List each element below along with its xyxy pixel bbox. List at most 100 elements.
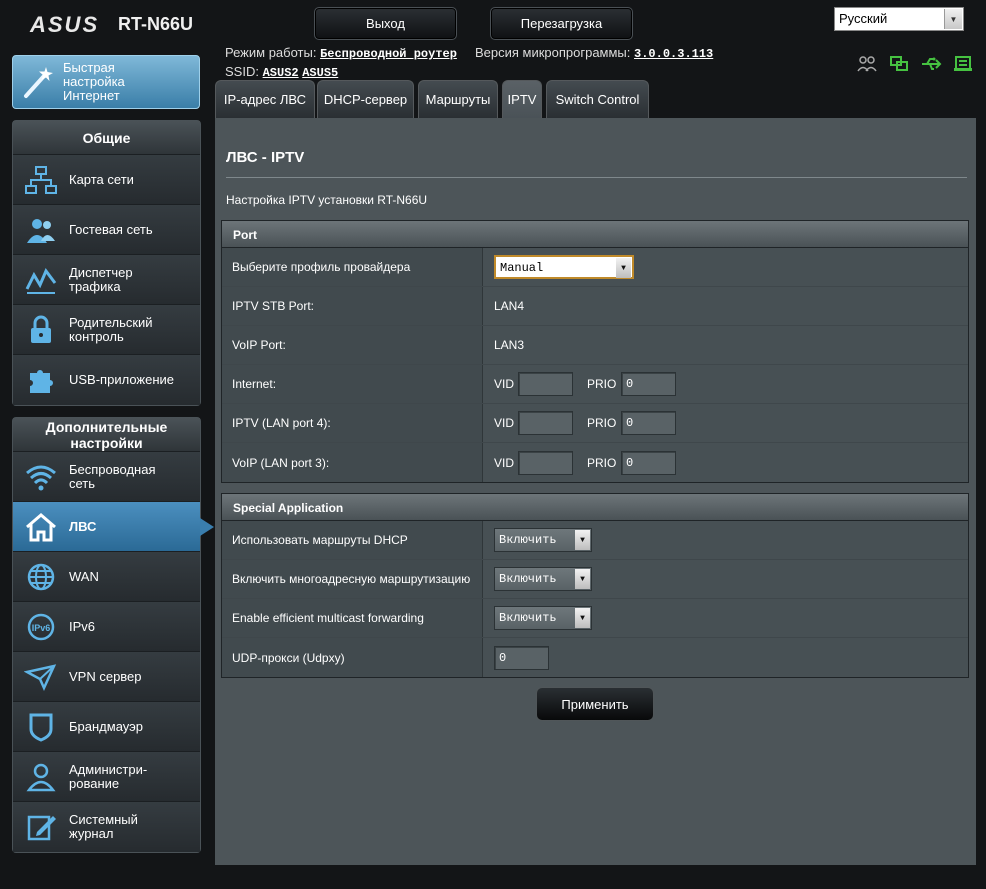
sidebar-item-network-map[interactable]: Карта сети: [13, 155, 200, 205]
tab-dhcp-server[interactable]: DHCP-сервер: [317, 80, 414, 118]
dhcp-routes-label: Использовать маршруты DHCP: [222, 521, 483, 559]
ssid-link-1[interactable]: ASUS2: [263, 66, 299, 80]
stb-port-value: LAN4: [494, 299, 525, 313]
status-line-ssid: SSID: ASUS2 ASUS5: [225, 64, 338, 80]
magic-wand-icon: [13, 57, 63, 107]
sidebar-item-wireless[interactable]: Беспроводная сеть: [13, 452, 200, 502]
globe-icon: [13, 562, 69, 592]
sidebar-general: Общие Карта сети Гостевая сеть Диспетчер…: [12, 120, 201, 406]
vid-label: VID: [494, 416, 515, 430]
sidebar-item-wan[interactable]: WAN: [13, 552, 200, 602]
status-line-mode: Режим работы: Беспроводной роутер Версия…: [225, 45, 713, 61]
asus-logo: ASUS RT-N66U: [30, 12, 193, 38]
iptv-vid-input[interactable]: [518, 411, 573, 435]
network-status-icon[interactable]: [888, 54, 910, 74]
home-icon: [13, 512, 69, 542]
usb-icon[interactable]: [920, 54, 942, 74]
firmware-version-link[interactable]: 3.0.0.3.113: [634, 47, 713, 61]
ssid-label: SSID:: [225, 64, 259, 79]
prio-label: PRIO: [587, 455, 617, 470]
chevron-down-icon: ▼: [944, 9, 962, 29]
printer-icon[interactable]: [952, 54, 974, 74]
chevron-down-icon: ▼: [575, 569, 590, 589]
dhcp-routes-select[interactable]: Включить ▼: [494, 528, 592, 552]
table-row: Internet: VID PRIO 0: [222, 365, 968, 404]
language-select[interactable]: Русский ▼: [834, 7, 964, 31]
logout-button[interactable]: Выход: [314, 7, 457, 40]
port-table-header: Port: [222, 221, 968, 248]
tab-lan-ip[interactable]: IP-адрес ЛВС: [215, 80, 315, 118]
tab-iptv[interactable]: IPTV: [502, 80, 542, 118]
ssid-link-2[interactable]: ASUS5: [302, 66, 338, 80]
sidebar-item-label: Родительский контроль: [69, 314, 153, 344]
iptv-prio-input[interactable]: 0: [621, 411, 676, 435]
sidebar-item-firewall[interactable]: Брандмауэр: [13, 702, 200, 752]
sidebar-item-label: Диспетчер трафика: [69, 264, 133, 294]
dhcp-routes-value: Включить: [499, 533, 557, 547]
multicast-routing-label: Включить многоадресную маршрутизацию: [222, 560, 483, 598]
main-panel: ЛВС - IPTV Настройка IPTV установки RT-N…: [215, 118, 976, 865]
sidebar-item-system-log[interactable]: Системный журнал: [13, 802, 200, 852]
udp-proxy-label: UDP-прокси (Udpxy): [222, 638, 483, 677]
guest-network-icon: [13, 215, 69, 245]
tab-switch-control[interactable]: Switch Control: [546, 80, 649, 118]
ipv6-icon: IPv6: [13, 612, 69, 642]
voip-port-value: LAN3: [494, 338, 525, 352]
router-model: RT-N66U: [118, 14, 194, 34]
multicast-routing-select[interactable]: Включить ▼: [494, 567, 592, 591]
table-row: Выберите профиль провайдера Manual ▼: [222, 248, 968, 287]
sidebar-item-label: ЛВС: [69, 518, 97, 534]
sidebar-item-label: USB-приложение: [69, 372, 175, 387]
udp-proxy-input[interactable]: 0: [494, 645, 549, 670]
language-value: Русский: [839, 11, 888, 26]
clients-icon[interactable]: [856, 54, 878, 74]
sidebar-item-ipv6[interactable]: IPv6 IPv6: [13, 602, 200, 652]
quick-internet-setup-button[interactable]: Быстрая настройка Интернет: [12, 55, 200, 109]
provider-profile-value: Manual: [500, 261, 544, 275]
parental-lock-icon: [13, 315, 69, 345]
traffic-manager-icon: [13, 265, 69, 295]
page-title: ЛВС - IPTV: [226, 149, 305, 166]
sidebar-item-label: WAN: [69, 568, 99, 584]
profile-label: Выберите профиль провайдера: [222, 248, 483, 286]
sidebar-item-administration[interactable]: Администри- рование: [13, 752, 200, 802]
tab-routes[interactable]: Маршруты: [418, 80, 498, 118]
voip-prio-input[interactable]: 0: [621, 450, 676, 475]
sidebar-item-parental-control[interactable]: Родительский контроль: [13, 305, 200, 355]
chevron-down-icon: ▼: [575, 608, 590, 628]
sidebar-item-guest-network[interactable]: Гостевая сеть: [13, 205, 200, 255]
sidebar-item-label: Гостевая сеть: [69, 221, 153, 237]
mode-value-link[interactable]: Беспроводной роутер: [320, 47, 457, 61]
admin-user-icon: [13, 762, 69, 792]
sidebar-advanced-title: Дополнительные настройки: [13, 418, 200, 452]
vid-label: VID: [494, 455, 515, 470]
table-row: Enable efficient multicast forwarding Вк…: [222, 599, 968, 638]
firmware-label: Версия микропрограммы:: [474, 45, 631, 60]
sidebar-advanced: Дополнительные настройки Беспроводная се…: [12, 417, 214, 853]
apply-button[interactable]: Применить: [536, 687, 654, 721]
svg-text:IPv6: IPv6: [32, 623, 51, 633]
sidebar-item-label: Беспроводная сеть: [69, 461, 156, 491]
table-row: Включить многоадресную маршрутизацию Вкл…: [222, 560, 968, 599]
title-divider: [226, 177, 967, 178]
sidebar-item-vpn-server[interactable]: VPN сервер: [13, 652, 200, 702]
voip-lan-label: VoIP (LAN port 3):: [222, 443, 483, 482]
chevron-down-icon: ▼: [575, 530, 590, 550]
voip-vid-input[interactable]: [518, 450, 573, 475]
page-description: Настройка IPTV установки RT-N66U: [226, 193, 428, 207]
port-table: Port Выберите профиль провайдера Manual …: [221, 220, 969, 483]
sidebar-item-label: VPN сервер: [69, 668, 142, 684]
provider-profile-select[interactable]: Manual ▼: [494, 255, 634, 279]
efficient-multicast-select[interactable]: Включить ▼: [494, 606, 592, 630]
stb-port-label: IPTV STB Port:: [222, 287, 483, 325]
sidebar-item-lan[interactable]: ЛВС: [13, 502, 214, 552]
table-row: IPTV (LAN port 4): VID PRIO 0: [222, 404, 968, 443]
internet-vid-input[interactable]: [518, 372, 573, 396]
reboot-button[interactable]: Перезагрузка: [490, 7, 633, 40]
mode-label: Режим работы:: [225, 45, 317, 60]
voip-port-label: VoIP Port:: [222, 326, 483, 364]
network-map-icon: [13, 165, 69, 195]
sidebar-item-usb-application[interactable]: USB-приложение: [13, 355, 200, 405]
internet-prio-input[interactable]: 0: [621, 372, 676, 396]
sidebar-item-traffic-manager[interactable]: Диспетчер трафика: [13, 255, 200, 305]
